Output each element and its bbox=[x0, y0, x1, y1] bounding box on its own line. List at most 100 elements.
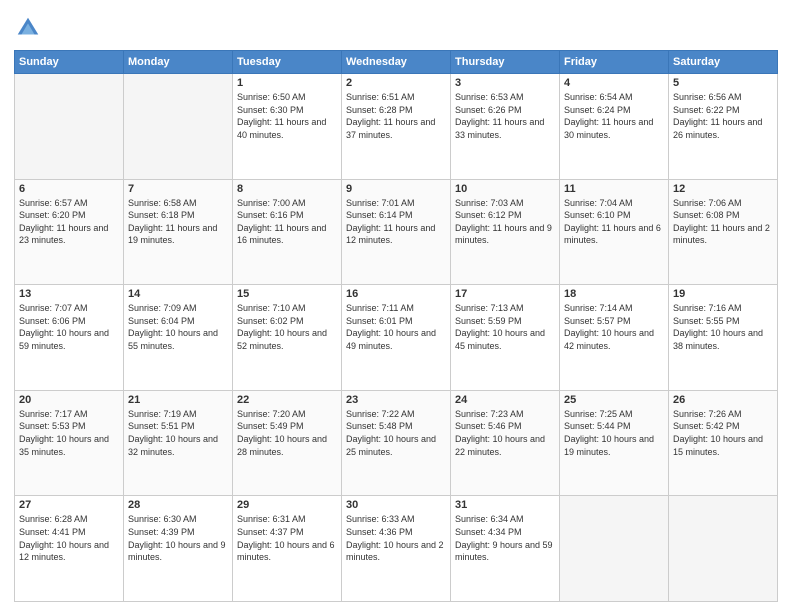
day-info: Sunrise: 7:06 AMSunset: 6:08 PMDaylight:… bbox=[673, 197, 773, 247]
sunrise-text: Sunrise: 7:26 AM bbox=[673, 408, 773, 421]
day-info: Sunrise: 7:09 AMSunset: 6:04 PMDaylight:… bbox=[128, 302, 228, 352]
daylight-text: Daylight: 10 hours and 2 minutes. bbox=[346, 539, 446, 564]
day-info: Sunrise: 7:01 AMSunset: 6:14 PMDaylight:… bbox=[346, 197, 446, 247]
daylight-text: Daylight: 10 hours and 38 minutes. bbox=[673, 327, 773, 352]
daylight-text: Daylight: 10 hours and 42 minutes. bbox=[564, 327, 664, 352]
sunrise-text: Sunrise: 6:28 AM bbox=[19, 513, 119, 526]
calendar-cell: 7Sunrise: 6:58 AMSunset: 6:18 PMDaylight… bbox=[124, 179, 233, 285]
day-number: 15 bbox=[237, 288, 337, 300]
sunrise-text: Sunrise: 6:58 AM bbox=[128, 197, 228, 210]
daylight-text: Daylight: 10 hours and 49 minutes. bbox=[346, 327, 446, 352]
day-info: Sunrise: 7:03 AMSunset: 6:12 PMDaylight:… bbox=[455, 197, 555, 247]
calendar-week-2: 6Sunrise: 6:57 AMSunset: 6:20 PMDaylight… bbox=[15, 179, 778, 285]
day-info: Sunrise: 6:34 AMSunset: 4:34 PMDaylight:… bbox=[455, 513, 555, 563]
calendar-week-4: 20Sunrise: 7:17 AMSunset: 5:53 PMDayligh… bbox=[15, 390, 778, 496]
sunset-text: Sunset: 5:55 PM bbox=[673, 315, 773, 328]
calendar-cell: 14 Sunrise: 7:09 AMSunset: 6:04 PMDayligh… bbox=[124, 285, 233, 391]
sunset-text: Sunset: 5:57 PM bbox=[564, 315, 664, 328]
page: SundayMondayTuesdayWednesdayThursdayFrid… bbox=[0, 0, 792, 612]
sunset-text: Sunset: 6:22 PM bbox=[673, 104, 773, 117]
sunrise-text: Sunrise: 7:07 AM bbox=[19, 302, 119, 315]
daylight-text: Daylight: 10 hours and 15 minutes. bbox=[673, 433, 773, 458]
daylight-text: Daylight: 10 hours and 55 minutes. bbox=[128, 327, 228, 352]
day-info: Sunrise: 7:22 AMSunset: 5:48 PMDaylight:… bbox=[346, 408, 446, 458]
daylight-text: Daylight: 10 hours and 35 minutes. bbox=[19, 433, 119, 458]
calendar-header-row: SundayMondayTuesdayWednesdayThursdayFrid… bbox=[15, 51, 778, 74]
calendar-cell: 2Sunrise: 6:51 AMSunset: 6:28 PMDaylight… bbox=[342, 74, 451, 180]
sunset-text: Sunset: 6:16 PM bbox=[237, 209, 337, 222]
daylight-text: Daylight: 10 hours and 52 minutes. bbox=[237, 327, 337, 352]
daylight-text: Daylight: 10 hours and 45 minutes. bbox=[455, 327, 555, 352]
day-info: Sunrise: 6:51 AMSunset: 6:28 PMDaylight:… bbox=[346, 91, 446, 141]
day-number: 27 bbox=[19, 499, 119, 511]
col-header-wednesday: Wednesday bbox=[342, 51, 451, 74]
col-header-tuesday: Tuesday bbox=[233, 51, 342, 74]
sunset-text: Sunset: 6:02 PM bbox=[237, 315, 337, 328]
day-number: 11 bbox=[564, 183, 664, 195]
daylight-text: Daylight: 10 hours and 22 minutes. bbox=[455, 433, 555, 458]
col-header-saturday: Saturday bbox=[669, 51, 778, 74]
calendar-cell: 29Sunrise: 6:31 AMSunset: 4:37 PMDayligh… bbox=[233, 496, 342, 602]
calendar-cell: 27Sunrise: 6:28 AMSunset: 4:41 PMDayligh… bbox=[15, 496, 124, 602]
day-number: 22 bbox=[237, 394, 337, 406]
sunrise-text: Sunrise: 7:25 AM bbox=[564, 408, 664, 421]
daylight-text: Daylight: 11 hours and 12 minutes. bbox=[346, 222, 446, 247]
calendar-cell: 25Sunrise: 7:25 AMSunset: 5:44 PMDayligh… bbox=[560, 390, 669, 496]
day-number: 14 bbox=[128, 288, 228, 300]
daylight-text: Daylight: 10 hours and 25 minutes. bbox=[346, 433, 446, 458]
daylight-text: Daylight: 11 hours and 6 minutes. bbox=[564, 222, 664, 247]
sunset-text: Sunset: 5:44 PM bbox=[564, 420, 664, 433]
sunset-text: Sunset: 5:53 PM bbox=[19, 420, 119, 433]
sunset-text: Sunset: 6:20 PM bbox=[19, 209, 119, 222]
sunset-text: Sunset: 6:10 PM bbox=[564, 209, 664, 222]
calendar-table: SundayMondayTuesdayWednesdayThursdayFrid… bbox=[14, 50, 778, 602]
day-number: 13 bbox=[19, 288, 119, 300]
day-info: Sunrise: 6:30 AMSunset: 4:39 PMDaylight:… bbox=[128, 513, 228, 563]
day-info: Sunrise: 7:20 AMSunset: 5:49 PMDaylight:… bbox=[237, 408, 337, 458]
col-header-monday: Monday bbox=[124, 51, 233, 74]
calendar-cell bbox=[124, 74, 233, 180]
sunset-text: Sunset: 6:28 PM bbox=[346, 104, 446, 117]
day-info: Sunrise: 6:56 AMSunset: 6:22 PMDaylight:… bbox=[673, 91, 773, 141]
sunset-text: Sunset: 5:46 PM bbox=[455, 420, 555, 433]
day-info: Sunrise: 6:57 AMSunset: 6:20 PMDaylight:… bbox=[19, 197, 119, 247]
col-header-sunday: Sunday bbox=[15, 51, 124, 74]
day-info: Sunrise: 7:04 AMSunset: 6:10 PMDaylight:… bbox=[564, 197, 664, 247]
calendar-cell: 21Sunrise: 7:19 AMSunset: 5:51 PMDayligh… bbox=[124, 390, 233, 496]
sunrise-text: Sunrise: 7:03 AM bbox=[455, 197, 555, 210]
sunset-text: Sunset: 6:01 PM bbox=[346, 315, 446, 328]
calendar-cell: 20Sunrise: 7:17 AMSunset: 5:53 PMDayligh… bbox=[15, 390, 124, 496]
sunset-text: Sunset: 6:12 PM bbox=[455, 209, 555, 222]
calendar-cell: 23Sunrise: 7:22 AMSunset: 5:48 PMDayligh… bbox=[342, 390, 451, 496]
day-number: 9 bbox=[346, 183, 446, 195]
day-number: 18 bbox=[564, 288, 664, 300]
calendar-cell: 16Sunrise: 7:11 AMSunset: 6:01 PMDayligh… bbox=[342, 285, 451, 391]
day-number: 28 bbox=[128, 499, 228, 511]
calendar-cell: 10Sunrise: 7:03 AMSunset: 6:12 PMDayligh… bbox=[451, 179, 560, 285]
day-number: 17 bbox=[455, 288, 555, 300]
sunset-text: Sunset: 6:04 PM bbox=[128, 315, 228, 328]
day-number: 7 bbox=[128, 183, 228, 195]
calendar-cell: 9 Sunrise: 7:01 AMSunset: 6:14 PMDaylight… bbox=[342, 179, 451, 285]
calendar-cell: 1Sunrise: 6:50 AMSunset: 6:30 PMDaylight… bbox=[233, 74, 342, 180]
day-info: Sunrise: 7:19 AMSunset: 5:51 PMDaylight:… bbox=[128, 408, 228, 458]
day-info: Sunrise: 6:53 AMSunset: 6:26 PMDaylight:… bbox=[455, 91, 555, 141]
sunrise-text: Sunrise: 7:10 AM bbox=[237, 302, 337, 315]
daylight-text: Daylight: 10 hours and 12 minutes. bbox=[19, 539, 119, 564]
day-info: Sunrise: 6:31 AMSunset: 4:37 PMDaylight:… bbox=[237, 513, 337, 563]
sunset-text: Sunset: 4:34 PM bbox=[455, 526, 555, 539]
sunrise-text: Sunrise: 7:20 AM bbox=[237, 408, 337, 421]
day-info: Sunrise: 7:16 AMSunset: 5:55 PMDaylight:… bbox=[673, 302, 773, 352]
sunrise-text: Sunrise: 7:09 AM bbox=[128, 302, 228, 315]
day-info: Sunrise: 6:50 AMSunset: 6:30 PMDaylight:… bbox=[237, 91, 337, 141]
calendar-cell: 6Sunrise: 6:57 AMSunset: 6:20 PMDaylight… bbox=[15, 179, 124, 285]
calendar-cell: 13Sunrise: 7:07 AMSunset: 6:06 PMDayligh… bbox=[15, 285, 124, 391]
day-number: 4 bbox=[564, 77, 664, 89]
calendar-cell: 11 Sunrise: 7:04 AMSunset: 6:10 PMDayligh… bbox=[560, 179, 669, 285]
sunset-text: Sunset: 6:14 PM bbox=[346, 209, 446, 222]
calendar-cell: 5Sunrise: 6:56 AMSunset: 6:22 PMDaylight… bbox=[669, 74, 778, 180]
day-number: 16 bbox=[346, 288, 446, 300]
calendar-cell bbox=[669, 496, 778, 602]
header bbox=[14, 10, 778, 42]
daylight-text: Daylight: 11 hours and 2 minutes. bbox=[673, 222, 773, 247]
